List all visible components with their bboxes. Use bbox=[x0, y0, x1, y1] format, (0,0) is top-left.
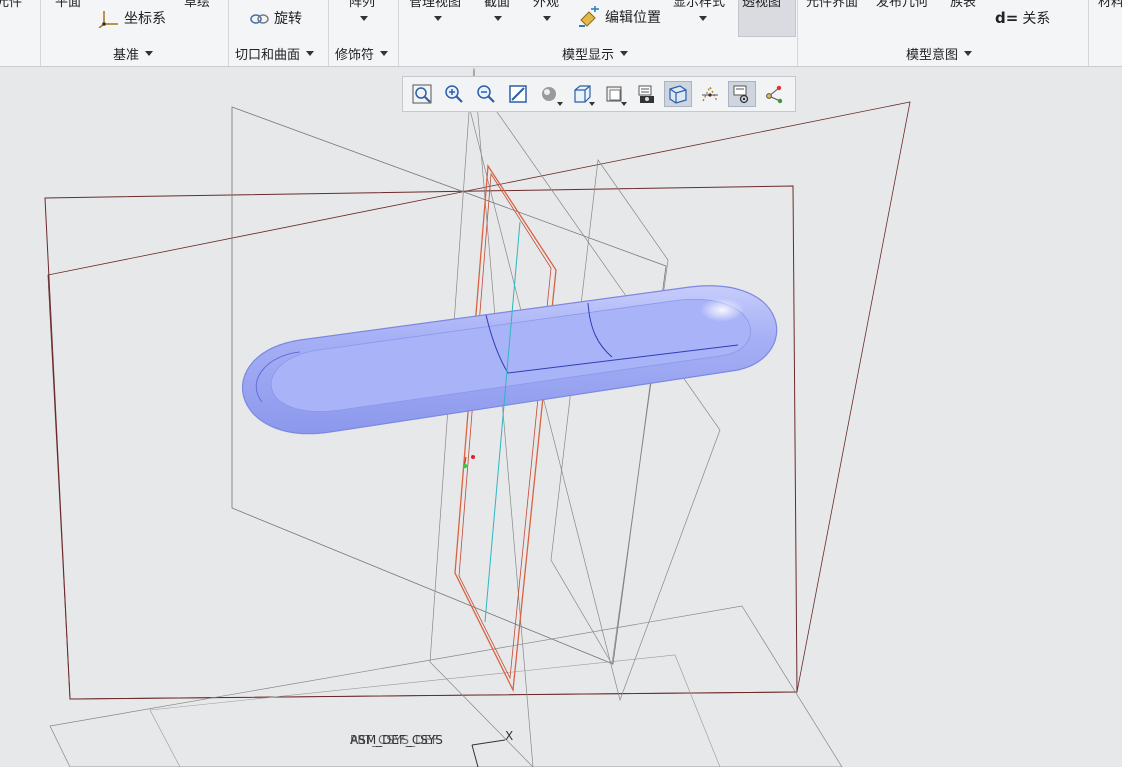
csys-axis-y bbox=[471, 744, 479, 767]
edit-position-label: 编辑位置 bbox=[605, 10, 661, 26]
decorators-group-title[interactable]: 修饰符 bbox=[335, 44, 389, 63]
chevron-down-icon bbox=[589, 102, 595, 106]
csys-display-icon bbox=[766, 85, 783, 104]
triad-point bbox=[471, 455, 475, 459]
datum-plane-front[interactable] bbox=[44, 185, 798, 700]
datum-display-icon bbox=[702, 85, 718, 102]
csys-button[interactable]: 坐标系 bbox=[98, 8, 166, 28]
zoom-out-button[interactable] bbox=[472, 81, 500, 107]
chevron-down-icon bbox=[964, 51, 973, 56]
ribbon-cut-label[interactable]: 元件界面 bbox=[806, 0, 858, 10]
decorators-title: 修饰符 bbox=[335, 48, 375, 63]
ribbon-cut-label: 透视图 bbox=[742, 0, 782, 10]
triad-point bbox=[462, 463, 468, 469]
ribbon-cut-label[interactable]: 平面 bbox=[55, 0, 81, 10]
chevron-down-icon bbox=[557, 102, 563, 106]
datum-plane-floor bbox=[49, 605, 843, 767]
zoom-out-icon bbox=[477, 85, 495, 103]
refit-button[interactable] bbox=[408, 81, 436, 107]
annotation-display-icon bbox=[638, 85, 654, 103]
ribbon: 元件 平面 草绘 阵列 管理视图 截面 外观 显示样式 透视图 元件界面 发布几… bbox=[0, 0, 1122, 67]
csys-icon bbox=[98, 11, 118, 28]
spin-center-button[interactable] bbox=[728, 81, 756, 107]
csys-display-button[interactable] bbox=[760, 81, 788, 107]
model-display-group-title[interactable]: 模型显示 bbox=[562, 44, 629, 63]
chevron-down-icon bbox=[620, 51, 629, 56]
ribbon-cut-label[interactable]: 阵列 bbox=[349, 0, 375, 10]
relations-icon: d= bbox=[995, 9, 1019, 27]
cuts-group-title[interactable]: 切口和曲面 bbox=[235, 44, 315, 63]
csys-label: 坐标系 bbox=[124, 11, 166, 27]
model-display-title: 模型显示 bbox=[562, 48, 615, 63]
part-highlight bbox=[700, 298, 744, 322]
relations-button[interactable]: d= 关系 bbox=[995, 8, 1050, 28]
chevron-down-icon[interactable] bbox=[699, 16, 707, 21]
ribbon-cut-label[interactable]: 截面 bbox=[484, 0, 510, 10]
model-viewport[interactable] bbox=[0, 67, 1122, 767]
chevron-down-icon bbox=[145, 51, 154, 56]
chevron-down-icon bbox=[306, 51, 315, 56]
repaint-icon bbox=[509, 85, 527, 103]
chevron-down-icon[interactable] bbox=[543, 16, 551, 21]
revolve-button[interactable]: 旋转 bbox=[248, 8, 302, 28]
model-intent-title: 模型意图 bbox=[906, 48, 959, 63]
datum-plane-ref bbox=[429, 67, 534, 767]
datum-plane-floor bbox=[149, 654, 721, 767]
ribbon-cut-label[interactable]: 外观 bbox=[533, 0, 559, 10]
saved-views-icon bbox=[574, 85, 591, 103]
ribbon-cut-label[interactable]: 管理视图 bbox=[409, 0, 461, 10]
display-style-button[interactable] bbox=[536, 81, 564, 107]
ribbon-cut-label[interactable]: 族表 bbox=[950, 0, 976, 10]
revolve-icon bbox=[250, 14, 269, 24]
selected-plane-inner bbox=[458, 172, 552, 680]
ribbon-cut-label[interactable]: 材料 bbox=[1098, 0, 1122, 10]
ribbon-cut-label[interactable]: 元件 bbox=[0, 0, 22, 10]
cuts-title: 切口和曲面 bbox=[235, 48, 301, 63]
datum-plane-ref bbox=[550, 159, 669, 666]
view-manager-icon bbox=[606, 86, 622, 102]
ribbon-cut-label[interactable]: 发布几何 bbox=[876, 0, 928, 10]
perspective-icon bbox=[669, 85, 687, 104]
csys-x-label: X bbox=[505, 729, 514, 743]
ribbon-cut-label[interactable]: 显示样式 bbox=[673, 0, 725, 10]
display-style-icon bbox=[542, 87, 556, 101]
saved-views-button[interactable] bbox=[568, 81, 596, 107]
model-intent-group-title[interactable]: 模型意图 bbox=[906, 44, 973, 63]
selected-plane[interactable] bbox=[454, 164, 557, 693]
zoom-in-icon bbox=[445, 85, 463, 103]
refit-icon bbox=[412, 84, 432, 104]
sketch-line[interactable] bbox=[484, 221, 521, 623]
chevron-down-icon bbox=[621, 102, 627, 106]
chevron-down-icon[interactable] bbox=[494, 16, 502, 21]
view-manager-button[interactable] bbox=[600, 81, 628, 107]
revolve-label: 旋转 bbox=[274, 11, 302, 27]
chevron-down-icon bbox=[380, 51, 389, 56]
edit-position-icon bbox=[579, 6, 599, 27]
chevron-down-icon[interactable] bbox=[360, 16, 368, 21]
datum-title: 基准 bbox=[113, 48, 140, 63]
edit-position-button[interactable]: 编辑位置 bbox=[577, 6, 661, 28]
csys-axis-x bbox=[471, 739, 506, 746]
chevron-down-icon[interactable] bbox=[434, 16, 442, 21]
repaint-button[interactable] bbox=[504, 81, 532, 107]
ribbon-cut-label[interactable]: 草绘 bbox=[184, 0, 210, 10]
annotation-display-button[interactable] bbox=[632, 81, 660, 107]
perspective-button[interactable] bbox=[664, 81, 692, 107]
csys-name-label: ASM_DEF_CSYS bbox=[350, 733, 443, 747]
datum-display-button[interactable] bbox=[696, 81, 724, 107]
relations-label: 关系 bbox=[1022, 11, 1051, 27]
graphics-toolbar bbox=[402, 76, 796, 112]
zoom-in-button[interactable] bbox=[440, 81, 468, 107]
spin-center-icon bbox=[733, 85, 749, 104]
datum-group-title[interactable]: 基准 bbox=[113, 44, 154, 63]
